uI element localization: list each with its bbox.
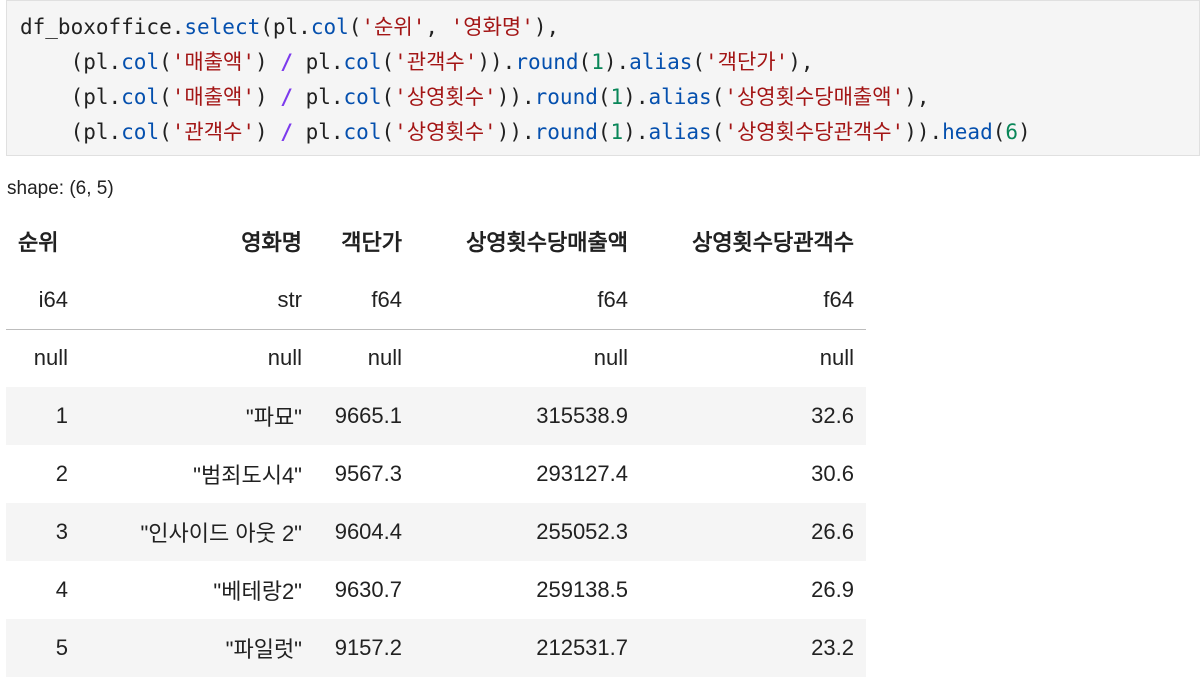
table-cell: 4 bbox=[55, 577, 68, 602]
dtype-cell: f64 bbox=[640, 271, 866, 330]
table-cell: 3 bbox=[6, 503, 80, 561]
table-cell: 5 bbox=[6, 619, 80, 677]
dtype-row: i64 str f64 f64 f64 bbox=[6, 271, 866, 330]
column-header-sales-per-screening: 상영횟수당매출액 bbox=[466, 230, 628, 255]
dtype-cell: f64 bbox=[314, 271, 414, 330]
column-header-movie-name: 영화명 bbox=[241, 230, 302, 255]
table-cell: 32.6 bbox=[640, 387, 866, 445]
table-cell: 23.2 bbox=[640, 619, 866, 677]
table-cell: 2 bbox=[55, 461, 68, 486]
table-row: 4 "베테랑2" 9630.7 259138.5 26.9 bbox=[6, 561, 866, 619]
code-cell[interactable]: df_boxoffice.select(pl.col('순위', '영화명'),… bbox=[6, 0, 1200, 156]
table-cell: "베테랑2" bbox=[213, 579, 302, 604]
column-header-viewers-per-screening: 상영횟수당관객수 bbox=[692, 230, 854, 255]
code-line-2: (pl.col('매출액') / pl.col('관객수')).round(1)… bbox=[20, 50, 814, 74]
table-row: 5 "파일럿" 9157.2 212531.7 23.2 bbox=[6, 619, 866, 677]
table-cell: 255052.3 bbox=[414, 503, 640, 561]
header-row: 순위 영화명 객단가 상영횟수당매출액 상영횟수당관객수 bbox=[6, 211, 866, 271]
table-cell: 212531.7 bbox=[414, 619, 640, 677]
table-cell: 26.9 bbox=[811, 577, 854, 602]
table-cell: 26.6 bbox=[640, 503, 866, 561]
table-cell: 9604.4 bbox=[314, 503, 414, 561]
column-header-rank: 순위 bbox=[18, 230, 59, 255]
code-line-3: (pl.col('매출액') / pl.col('상영횟수')).round(1… bbox=[20, 85, 930, 109]
table-cell: 259138.5 bbox=[536, 577, 628, 602]
shape-label: shape: (6, 5) bbox=[7, 178, 114, 199]
table-cell: 30.6 bbox=[811, 461, 854, 486]
null-cell: null bbox=[267, 345, 302, 371]
null-count-row: null null null null null bbox=[6, 329, 866, 387]
code-line-1: df_boxoffice.select(pl.col('순위', '영화명'), bbox=[20, 15, 560, 39]
table-cell: 9665.1 bbox=[314, 387, 414, 445]
table-cell: 315538.9 bbox=[414, 387, 640, 445]
table-cell: "인사이드 아웃 2" bbox=[80, 503, 314, 561]
dtype-cell: i64 bbox=[6, 271, 80, 330]
table-cell: "범죄도시4" bbox=[193, 463, 302, 488]
code-line-4: (pl.col('관객수') / pl.col('상영횟수')).round(1… bbox=[20, 120, 1031, 144]
null-cell: null bbox=[819, 345, 854, 371]
table-cell: "파일럿" bbox=[80, 619, 314, 677]
table-cell: 9567.3 bbox=[334, 461, 402, 486]
dtype-cell: str bbox=[80, 271, 314, 330]
table-cell: 293127.4 bbox=[536, 461, 628, 486]
null-cell: null bbox=[367, 345, 402, 371]
dataframe-table: 순위 영화명 객단가 상영횟수당매출액 상영횟수당관객수 i64 str f64… bbox=[6, 211, 866, 677]
table-cell: 9157.2 bbox=[314, 619, 414, 677]
table-cell: 1 bbox=[6, 387, 80, 445]
null-cell: null bbox=[593, 345, 628, 371]
table-cell: "파묘" bbox=[80, 387, 314, 445]
dtype-cell: f64 bbox=[414, 271, 640, 330]
column-header-price-per-viewer: 객단가 bbox=[341, 230, 402, 255]
table-row: 1 "파묘" 9665.1 315538.9 32.6 bbox=[6, 387, 866, 445]
table-row: 2 "범죄도시4" 9567.3 293127.4 30.6 bbox=[6, 445, 866, 503]
null-cell: null bbox=[33, 345, 68, 371]
table-row: 3 "인사이드 아웃 2" 9604.4 255052.3 26.6 bbox=[6, 503, 866, 561]
table-cell: 9630.7 bbox=[334, 577, 402, 602]
